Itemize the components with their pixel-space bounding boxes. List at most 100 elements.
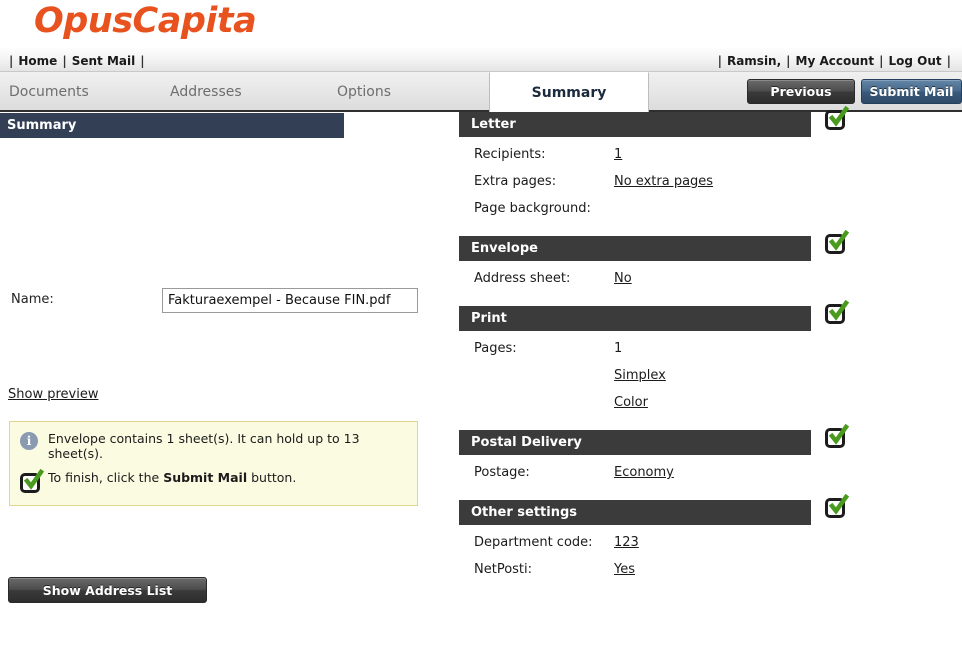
detail-row: Extra pages: No extra pages — [459, 174, 962, 201]
tab-documents[interactable]: Documents — [9, 72, 89, 112]
detail-label: Pages: — [474, 341, 517, 356]
right-panel: Letter Recipients: 1 Extra pages: No extra p… — [459, 106, 962, 623]
main-content: Summary Name: Show preview i Envelope co… — [0, 106, 962, 623]
section-print: Print Pages: 1 Simplex Color — [459, 300, 962, 430]
section-header: Letter — [459, 106, 850, 137]
show-preview-link[interactable]: Show preview — [8, 387, 98, 402]
section-envelope: Envelope Address sheet: No — [459, 230, 962, 306]
detail-label: Department code: — [474, 535, 593, 550]
section-status-check-icon — [825, 300, 850, 326]
info-box: i Envelope contains 1 sheet(s). It can h… — [9, 421, 418, 506]
detail-label: Address sheet: — [474, 271, 571, 286]
section-status-check-icon — [825, 230, 850, 256]
finish-text-after: button. — [247, 470, 297, 485]
detail-value-link[interactable]: 123 — [614, 535, 639, 550]
detail-value-link[interactable]: No extra pages — [614, 174, 713, 189]
detail-row: Recipients: 1 — [459, 147, 962, 174]
info-icon: i — [20, 431, 48, 450]
summary-panel-header: Summary — [0, 113, 344, 138]
detail-row: Color — [459, 395, 962, 422]
detail-value-link[interactable]: Economy — [614, 465, 674, 480]
section-header: Print — [459, 300, 850, 331]
tab-summary[interactable]: Summary — [489, 72, 649, 112]
nav-separator: | — [946, 54, 951, 68]
detail-value-link[interactable]: Simplex — [614, 368, 666, 383]
section-body: Address sheet: No — [459, 261, 962, 306]
section-title: Letter — [471, 117, 516, 132]
section-status-check-icon — [825, 494, 850, 520]
detail-row: Postage: Economy — [459, 465, 962, 492]
left-panel: Summary Name: Show preview i Envelope co… — [0, 112, 450, 623]
detail-row: Pages: 1 — [459, 341, 962, 368]
tab-bar: Documents Addresses Options Summary Prev… — [0, 72, 962, 122]
previous-button[interactable]: Previous — [747, 79, 855, 104]
section-header: Envelope — [459, 230, 850, 261]
section-title: Other settings — [471, 505, 578, 520]
section-body: Department code: 123 NetPosti: Yes — [459, 525, 962, 597]
nav-my-account[interactable]: My Account — [796, 54, 875, 68]
detail-row: Address sheet: No — [459, 271, 962, 298]
name-input[interactable] — [162, 288, 418, 313]
detail-value-link[interactable]: No — [614, 271, 632, 286]
name-label: Name: — [11, 292, 54, 307]
detail-value-link[interactable]: Color — [614, 395, 648, 410]
submit-mail-button[interactable]: Submit Mail — [861, 79, 962, 104]
section-status-check-icon — [825, 424, 850, 450]
nav-separator: | — [140, 54, 145, 68]
top-nav-left-group: | Home | Sent Mail | — [4, 50, 150, 69]
nav-home[interactable]: Home — [18, 54, 57, 68]
check-icon — [20, 469, 48, 495]
section-body: Postage: Economy — [459, 455, 962, 500]
app-root: OpusCapita | Home | Sent Mail | | Ramsin, | My … — [0, 0, 962, 650]
section-header: Postal Delivery — [459, 424, 850, 455]
section-header: Other settings — [459, 494, 850, 525]
opuscapita-logo: OpusCapita — [34, 1, 257, 41]
section-body: Recipients: 1 Extra pages: No extra pages Pa… — [459, 137, 962, 236]
nav-separator: | — [879, 54, 884, 68]
nav-separator: | — [62, 54, 67, 68]
info-message-finish: To finish, click the Submit Mail button. — [20, 469, 407, 495]
detail-label: NetPosti: — [474, 562, 533, 577]
nav-separator: | — [9, 54, 14, 68]
section-body: Pages: 1 Simplex Color — [459, 331, 962, 430]
section-postal-delivery: Postal Delivery Postage: Economy — [459, 424, 962, 500]
section-title: Print — [471, 311, 507, 326]
detail-label: Recipients: — [474, 147, 546, 162]
tab-options[interactable]: Options — [337, 72, 391, 112]
nav-log-out[interactable]: Log Out — [888, 54, 941, 68]
info-message-text: Envelope contains 1 sheet(s). It can hol… — [48, 431, 360, 461]
detail-value-link[interactable]: 1 — [614, 147, 622, 162]
nav-separator: | — [717, 54, 722, 68]
info-message-text: To finish, click the Submit Mail button. — [48, 470, 296, 485]
detail-value-link[interactable]: Yes — [614, 562, 635, 577]
section-title: Envelope — [471, 241, 538, 256]
nav-sent-mail[interactable]: Sent Mail — [72, 54, 136, 68]
nav-separator: | — [786, 54, 791, 68]
nav-username[interactable]: Ramsin, — [727, 54, 781, 68]
logo-bar: OpusCapita — [0, 0, 962, 46]
finish-text-bold: Submit Mail — [163, 470, 248, 485]
top-navigation-bar: | Home | Sent Mail | | Ramsin, | My Account | Log… — [0, 46, 962, 72]
detail-row: NetPosti: Yes — [459, 562, 962, 589]
finish-text-before: To finish, click the — [48, 470, 164, 485]
section-status-check-icon — [825, 106, 850, 132]
section-letter: Letter Recipients: 1 Extra pages: No extra p… — [459, 106, 962, 236]
tab-addresses[interactable]: Addresses — [170, 72, 242, 112]
detail-label: Postage: — [474, 465, 530, 480]
detail-row: Simplex — [459, 368, 962, 395]
show-address-list-button[interactable]: Show Address List — [8, 577, 207, 603]
detail-label: Page background: — [474, 201, 591, 216]
info-message-envelope: i Envelope contains 1 sheet(s). It can h… — [20, 431, 407, 461]
section-title: Postal Delivery — [471, 435, 582, 450]
detail-row: Page background: — [459, 201, 962, 228]
